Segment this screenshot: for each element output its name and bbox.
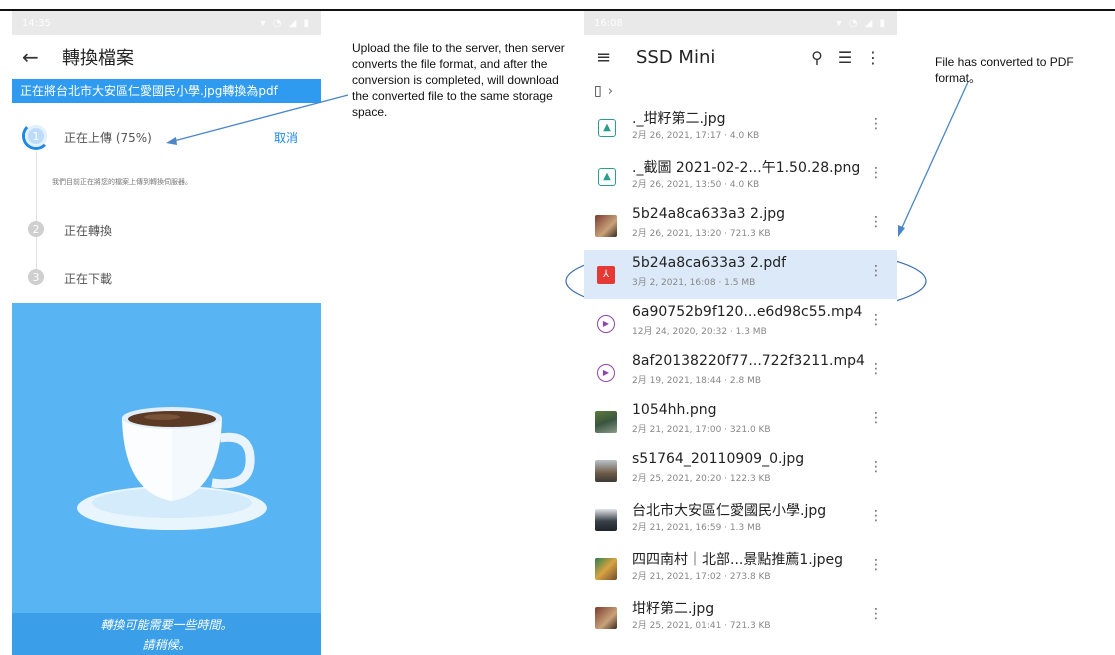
photo-thumbnail <box>595 606 617 629</box>
file-row[interactable]: ▲ ._截圖 2021-02-2...午1.50.28.png 2月 26, 2… <box>584 152 897 201</box>
step-1-note: 我們目前正在將您的檔案上傳到轉換伺服器。 <box>52 178 192 186</box>
file-name: 6a90752b9f120...e6d98c55.mp4 <box>632 304 863 320</box>
pdf-icon: ⅄ <box>597 265 615 284</box>
file-more-icon[interactable]: ⋮ <box>869 313 883 327</box>
file-row[interactable]: 四四南村｜北部...景點推薦1.jpeg 2月 21, 2021, 17:02 … <box>584 544 897 593</box>
photo-thumbnail <box>595 508 617 531</box>
video-icon: ▶ <box>597 363 615 382</box>
file-more-icon[interactable]: ⋮ <box>869 264 883 278</box>
coffee-foam <box>144 414 180 420</box>
step-3-badge: 3 <box>28 269 44 285</box>
back-arrow-icon[interactable]: ← <box>22 45 52 69</box>
step-3-label: 正在下載 <box>64 272 113 286</box>
conversion-banner: 正在將台北市大安區仁愛國民小學.jpg轉換為pdf <box>12 79 321 103</box>
wait-message-line-1: 轉換可能需要一些時間。 <box>100 618 233 632</box>
annotation-converted-note: File has converted to PDF format。 <box>935 55 1074 85</box>
file-name: 台北市大安區仁愛國民小學.jpg <box>632 503 827 519</box>
file-name: 1054hh.png <box>632 402 717 418</box>
image-file-icon: ▲ <box>598 118 616 137</box>
annotation-upload-explanation: Upload the file to the server, then serv… <box>352 41 565 119</box>
file-more-icon[interactable]: ⋮ <box>869 558 883 572</box>
file-row[interactable]: ▶ 8af20138220f77...722f3211.mp4 2月 19, 2… <box>584 348 897 397</box>
coffee-cup-illustration <box>77 407 267 530</box>
photo-thumbnail <box>595 557 617 580</box>
status-time: 14:35 <box>22 17 51 29</box>
file-meta: 2月 21, 2021, 16:59 · 1.3 MB <box>632 523 762 533</box>
video-icon: ▶ <box>597 314 615 333</box>
file-more-icon[interactable]: ⋮ <box>869 215 883 229</box>
cancel-button[interactable]: 取消 <box>274 129 298 146</box>
file-more-icon[interactable]: ⋮ <box>869 362 883 376</box>
file-more-icon[interactable]: ⋮ <box>869 607 883 621</box>
page-title: 轉換檔案 <box>62 48 134 69</box>
file-meta: 2月 26, 2021, 17:17 · 4.0 KB <box>632 131 760 141</box>
step-2-badge: 2 <box>28 221 44 237</box>
file-row[interactable]: 5b24a8ca633a3 2.jpg 2月 26, 2021, 13:20 ·… <box>584 201 897 250</box>
file-browser-screen: 16:08 ▾ ◔ ◢ ▮ ≡ SSD Mini ⚲ ☰ ⋮ ▯ › ▲ ._坩… <box>584 11 897 655</box>
file-browser-app-bar: ≡ SSD Mini ⚲ ☰ ⋮ <box>584 35 897 79</box>
image-file-icon: ▲ <box>598 167 616 186</box>
file-more-icon[interactable]: ⋮ <box>869 166 883 180</box>
step-2-label: 正在轉換 <box>64 224 113 238</box>
file-meta: 2月 26, 2021, 13:50 · 4.0 KB <box>632 180 760 190</box>
conversion-steps: 1 正在上傳 (75%) 取消 我們目前正在將您的檔案上傳到轉換伺服器。 2 正… <box>12 103 321 319</box>
file-row[interactable]: ▶ 6a90752b9f120...e6d98c55.mp4 12月 24, 2… <box>584 299 897 348</box>
file-name: 5b24a8ca633a3 2.pdf <box>632 255 787 271</box>
status-time-right: 16:08 <box>594 17 623 29</box>
file-row[interactable]: 台北市大安區仁愛國民小學.jpg 2月 21, 2021, 16:59 · 1.… <box>584 495 897 544</box>
file-row[interactable]: 坩籽第二.jpg 2月 25, 2021, 01:41 · 721.3 KB ⋮ <box>584 593 897 642</box>
file-more-icon[interactable]: ⋮ <box>869 509 883 523</box>
file-meta: 2月 26, 2021, 13:20 · 721.3 KB <box>632 229 771 239</box>
file-meta: 12月 24, 2020, 20:32 · 1.3 MB <box>632 327 767 337</box>
file-name: 8af20138220f77...722f3211.mp4 <box>632 353 865 369</box>
status-bar-right: 16:08 ▾ ◔ ◢ ▮ <box>584 11 897 35</box>
sort-icon[interactable]: ☰ <box>831 48 859 67</box>
file-name: 5b24a8ca633a3 2.jpg <box>632 206 786 222</box>
step-1-label: 正在上傳 (75%) <box>64 131 152 145</box>
more-options-icon[interactable]: ⋮ <box>859 48 887 67</box>
file-row[interactable]: s51764_20110909_0.jpg 2月 25, 2021, 20:20… <box>584 446 897 495</box>
file-meta: 2月 25, 2021, 01:41 · 721.3 KB <box>632 621 771 631</box>
status-bar: 14:35 ▾ ◔ ◢ ▮ <box>12 11 321 35</box>
status-icons-right: ▾ ◔ ◢ ▮ <box>836 17 887 29</box>
drive-title: SSD Mini <box>636 46 716 68</box>
app-bar: ← 轉換檔案 <box>12 35 321 79</box>
convert-file-screen: 14:35 ▾ ◔ ◢ ▮ ← 轉換檔案 正在將台北市大安區仁愛國民小學.jpg… <box>12 11 321 655</box>
file-name: ._坩籽第二.jpg <box>632 111 726 127</box>
file-meta: 2月 25, 2021, 20:20 · 122.3 KB <box>632 474 771 484</box>
file-name: 四四南村｜北部...景點推薦1.jpeg <box>632 552 843 568</box>
file-meta: 3月 2, 2021, 16:08 · 1.5 MB <box>632 278 756 288</box>
file-name: s51764_20110909_0.jpg <box>632 451 805 467</box>
file-row[interactable]: ▲ ._坩籽第二.jpg 2月 26, 2021, 17:17 · 4.0 KB… <box>584 103 897 152</box>
step-connector-line <box>36 151 37 271</box>
step-1-badge: 1 <box>25 125 47 147</box>
file-name: 坩籽第二.jpg <box>632 601 715 617</box>
photo-thumbnail <box>595 214 617 237</box>
file-more-icon[interactable]: ⋮ <box>869 117 883 131</box>
status-icons: ▾ ◔ ◢ ▮ <box>260 17 311 29</box>
photo-thumbnail <box>595 459 617 482</box>
menu-icon[interactable]: ≡ <box>596 47 626 68</box>
file-row-selected[interactable]: ⅄ 5b24a8ca633a3 2.pdf 3月 2, 2021, 16:08 … <box>584 250 897 299</box>
usb-drive-icon[interactable]: ▯ <box>594 83 602 99</box>
file-meta: 2月 21, 2021, 17:00 · 321.0 KB <box>632 425 771 435</box>
file-meta: 2月 21, 2021, 17:02 · 273.8 KB <box>632 572 771 582</box>
file-more-icon[interactable]: ⋮ <box>869 460 883 474</box>
waiting-illustration-panel: 轉換可能需要一些時間。 請稍候。 <box>12 303 321 655</box>
breadcrumb: ▯ › <box>584 79 897 103</box>
chevron-right-icon: › <box>607 83 613 99</box>
file-more-icon[interactable]: ⋮ <box>869 411 883 425</box>
file-row[interactable]: 1054hh.png 2月 21, 2021, 17:00 · 321.0 KB… <box>584 397 897 446</box>
file-name: ._截圖 2021-02-2...午1.50.28.png <box>632 160 861 176</box>
search-icon[interactable]: ⚲ <box>803 48 831 67</box>
file-list: ▲ ._坩籽第二.jpg 2月 26, 2021, 17:17 · 4.0 KB… <box>584 103 897 642</box>
arrow-head-right-icon <box>898 225 905 237</box>
photo-thumbnail <box>595 410 617 433</box>
wait-message-line-2: 請稍候。 <box>142 638 191 652</box>
file-meta: 2月 19, 2021, 18:44 · 2.8 MB <box>632 376 762 386</box>
annotation-arrow-right <box>899 81 969 233</box>
